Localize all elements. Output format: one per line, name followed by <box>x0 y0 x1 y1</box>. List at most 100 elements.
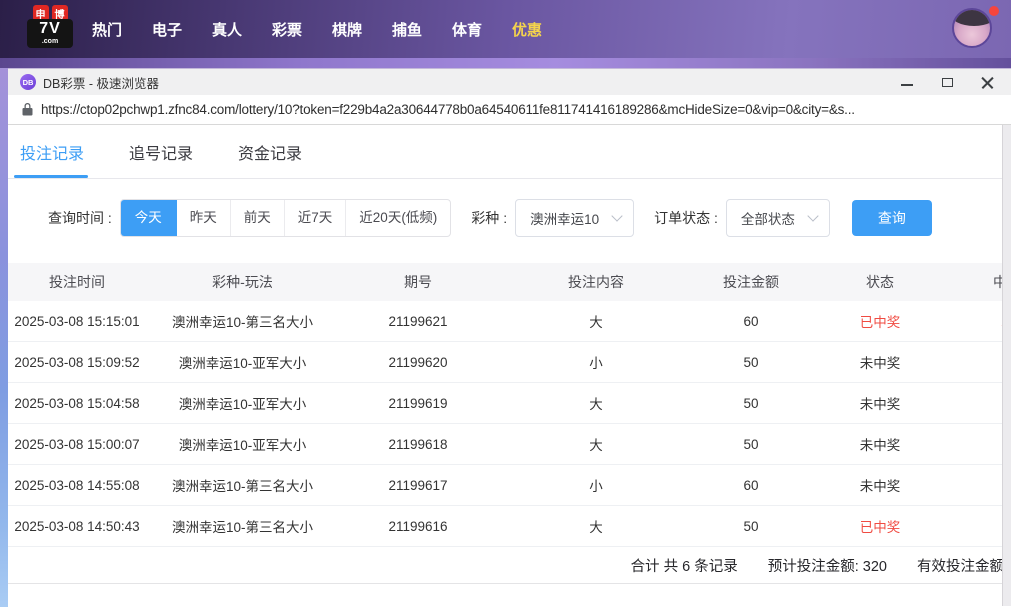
cell-status: 未中奖 <box>859 356 901 371</box>
footer-total-records: 合计 共 6 条记录 <box>630 558 738 575</box>
table-row[interactable]: 2025-03-08 14:55:08 澳洲幸运10-第三名大小 2119961… <box>8 465 1011 506</box>
close-icon <box>981 76 994 89</box>
table-row[interactable]: 2025-03-08 14:50:43 澳洲幸运10-第三名大小 2119961… <box>8 506 1011 547</box>
cell-bet-amount: 60 <box>743 477 759 493</box>
table-header: 投注时间 彩种-玩法 期号 投注内容 投注金额 状态 中奖金额 <box>8 263 1011 301</box>
cell-issue: 21199616 <box>388 518 448 534</box>
chevron-down-icon <box>807 210 819 222</box>
table-footer: 合计 共 6 条记录 预计投注金额: 320 有效投注金额: <box>8 547 1011 584</box>
time-option-yesterday[interactable]: 昨天 <box>177 200 230 236</box>
site-nav-items: 热门 电子 真人 彩票 棋牌 捕鱼 体育 优惠 <box>92 0 542 58</box>
vertical-scrollbar[interactable] <box>1002 125 1011 606</box>
order-status-select[interactable]: 全部状态 <box>725 199 830 237</box>
cell-game-play: 澳洲幸运10-亚军大小 <box>178 438 307 453</box>
col-game-play: 彩种-玩法 <box>212 274 273 290</box>
tab-chase-records[interactable]: 追号记录 <box>129 140 193 164</box>
nav-item-sports[interactable]: 体育 <box>452 19 482 40</box>
window-title: DB彩票 - 极速浏览器 <box>43 76 159 91</box>
bet-records-table: 投注时间 彩种-玩法 期号 投注内容 投注金额 状态 中奖金额 2025-03-… <box>8 263 1011 584</box>
time-option-20days[interactable]: 近20天(低频) <box>345 200 450 236</box>
active-tab-underline <box>14 175 88 178</box>
cell-bet-amount: 60 <box>743 313 759 329</box>
nav-item-slots[interactable]: 电子 <box>152 19 182 40</box>
cell-bet-amount: 50 <box>743 395 759 411</box>
maximize-icon <box>941 78 953 87</box>
footer-expected-bet: 预计投注金额: 320 <box>767 558 887 575</box>
cell-bet-content: 大 <box>589 397 603 412</box>
nav-item-fishing[interactable]: 捕鱼 <box>392 19 422 40</box>
col-bet-time: 投注时间 <box>49 274 105 290</box>
tab-fund-records[interactable]: 资金记录 <box>238 140 302 164</box>
cell-issue: 21199621 <box>388 313 448 329</box>
cell-status: 已中奖 <box>859 315 901 330</box>
screen: 申 博 7V .com 热门 电子 真人 彩票 棋牌 捕鱼 体育 优惠 DB D… <box>0 0 1011 607</box>
cell-bet-time: 2025-03-08 15:00:07 <box>14 436 140 452</box>
logo-box: 7V .com <box>27 19 73 48</box>
table-row[interactable]: 2025-03-08 15:00:07 澳洲幸运10-亚军大小 21199618… <box>8 424 1011 465</box>
cell-bet-amount: 50 <box>743 436 759 452</box>
avatar-hair <box>954 10 990 26</box>
order-status-value: 全部状态 <box>740 212 795 227</box>
cell-game-play: 澳洲幸运10-亚军大小 <box>178 397 307 412</box>
col-bet-amount: 投注金额 <box>723 274 779 290</box>
page-background-strip <box>0 68 8 607</box>
filter-bar: 查询时间 : 今天 昨天 前天 近7天 近20天(低频) 彩种 : 澳洲幸运10… <box>8 199 1011 237</box>
lottery-select[interactable]: 澳洲幸运10 <box>515 199 635 237</box>
page-background-band <box>0 58 1011 68</box>
nav-item-live[interactable]: 真人 <box>212 19 242 40</box>
cell-status: 未中奖 <box>859 438 901 453</box>
nav-item-cards[interactable]: 棋牌 <box>332 19 362 40</box>
minimize-button[interactable] <box>887 69 927 96</box>
time-option-7days[interactable]: 近7天 <box>283 200 346 236</box>
cell-issue: 21199620 <box>388 354 448 370</box>
nav-item-promo[interactable]: 优惠 <box>512 19 542 40</box>
time-range-group: 今天 昨天 前天 近7天 近20天(低频) <box>119 199 452 237</box>
address-bar[interactable]: https://ctop02pchwp1.zfnc84.com/lottery/… <box>8 95 1011 125</box>
cell-status: 未中奖 <box>859 397 901 412</box>
cell-bet-time: 2025-03-08 15:09:52 <box>14 354 140 370</box>
site-logo[interactable]: 申 博 7V .com <box>26 5 74 48</box>
cell-bet-amount: 50 <box>743 354 759 370</box>
cell-bet-time: 2025-03-08 14:50:43 <box>14 518 140 534</box>
cell-status: 已中奖 <box>859 520 901 535</box>
col-issue: 期号 <box>404 274 432 290</box>
logo-main-text: 7V <box>39 20 61 37</box>
status-filter-label: 订单状态 : <box>654 210 718 226</box>
cell-game-play: 澳洲幸运10-亚军大小 <box>178 356 307 371</box>
table-row[interactable]: 2025-03-08 15:15:01 澳洲幸运10-第三名大小 2119962… <box>8 301 1011 342</box>
cell-game-play: 澳洲幸运10-第三名大小 <box>171 479 313 494</box>
col-status: 状态 <box>866 274 894 290</box>
window-controls <box>887 69 1007 96</box>
maximize-button[interactable] <box>927 69 967 96</box>
cell-bet-content: 小 <box>589 479 603 494</box>
close-button[interactable] <box>967 69 1007 96</box>
cell-bet-amount: 50 <box>743 518 759 534</box>
url-text[interactable]: https://ctop02pchwp1.zfnc84.com/lottery/… <box>41 102 855 117</box>
cell-game-play: 澳洲幸运10-第三名大小 <box>171 315 313 330</box>
minimize-icon <box>901 83 913 86</box>
table-row[interactable]: 2025-03-08 15:04:58 澳洲幸运10-亚军大小 21199619… <box>8 383 1011 424</box>
table-row[interactable]: 2025-03-08 15:09:52 澳洲幸运10-亚军大小 21199620… <box>8 342 1011 383</box>
time-filter-label: 查询时间 : <box>48 210 112 226</box>
browser-titlebar[interactable]: DB DB彩票 - 极速浏览器 <box>8 68 1011 95</box>
cell-issue: 21199619 <box>388 395 448 411</box>
tab-bet-records[interactable]: 投注记录 <box>20 140 84 164</box>
col-bet-content: 投注内容 <box>568 274 624 290</box>
chevron-down-icon <box>611 210 623 222</box>
favicon-icon: DB <box>20 74 36 90</box>
notification-dot <box>989 6 999 16</box>
nav-item-lottery[interactable]: 彩票 <box>272 19 302 40</box>
page-content: 投注记录 追号记录 资金记录 查询时间 : 今天 昨天 前天 近7天 近20天(… <box>8 125 1011 606</box>
lottery-filter-label: 彩种 : <box>471 210 508 226</box>
cell-bet-content: 大 <box>589 315 603 330</box>
cell-bet-content: 大 <box>589 520 603 535</box>
nav-item-hot[interactable]: 热门 <box>92 19 122 40</box>
record-tabs: 投注记录 追号记录 资金记录 <box>8 125 1011 179</box>
cell-game-play: 澳洲幸运10-第三名大小 <box>171 520 313 535</box>
time-option-today[interactable]: 今天 <box>120 200 177 236</box>
lottery-select-value: 澳洲幸运10 <box>530 212 600 227</box>
search-button[interactable]: 查询 <box>851 200 932 236</box>
user-avatar[interactable] <box>952 8 992 48</box>
table-body: 2025-03-08 15:15:01 澳洲幸运10-第三名大小 2119962… <box>8 301 1011 547</box>
time-option-daybefore[interactable]: 前天 <box>229 200 284 236</box>
